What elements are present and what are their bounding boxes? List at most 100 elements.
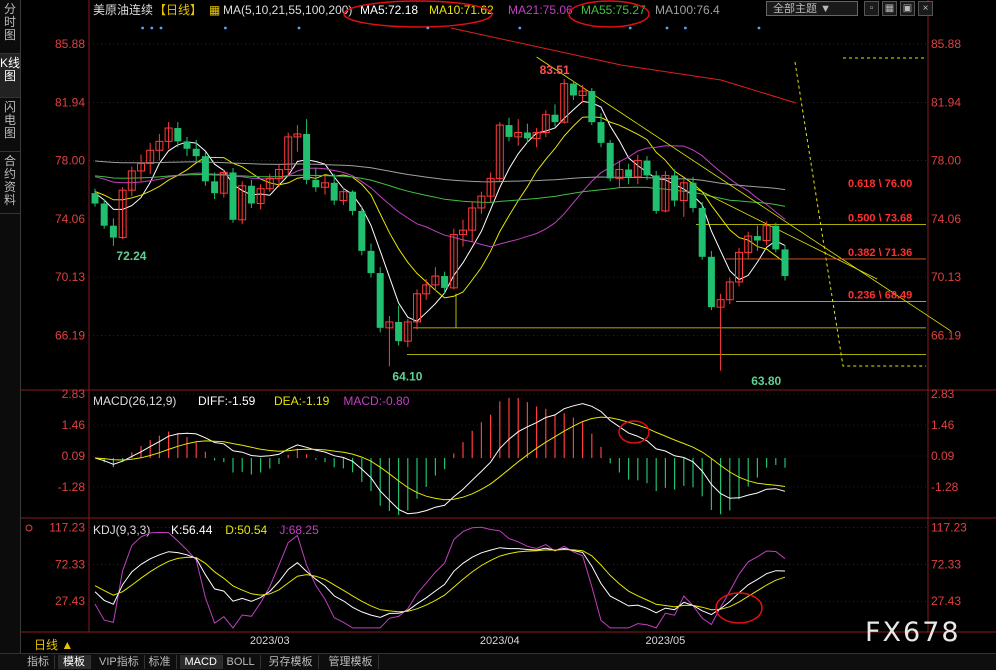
instrument-name: 美原油连续 [93,2,153,17]
tab-contract-info[interactable]: 合约资料 [0,152,20,214]
signal-dot [628,26,632,30]
candle-body-down [201,156,209,182]
fib-label: 0.500 \ 73.68 [848,213,912,225]
ma-params: MA(5,10,21,55,100,200) [223,3,352,17]
candle-body-down [192,148,200,157]
macd-legend-1: DEA:-1.19 [274,394,330,408]
ma5-value: MA5:72.18 [360,3,418,17]
price-tick-right: 81.94 [931,95,961,109]
candle-body-down [395,321,403,342]
bottom-tab-1[interactable]: 模板 [58,655,91,669]
macd-tick-right: 1.46 [931,418,955,432]
candle-body-down [100,203,108,226]
macd-tick-left: -1.28 [58,480,86,494]
window-icon[interactable]: ▣ [900,1,915,16]
macd-tick-right: 0.09 [931,449,955,463]
macd-tick-right: 2.83 [931,387,955,401]
kdj-tick-right: 72.33 [931,557,961,571]
bottom-tab-5[interactable]: BOLL [222,655,261,669]
macd-panel: 2.83 2.83 1.46 1.46 0.09 0.09 -1.28 -1.28 MACD(2… [58,387,959,516]
macd-tick-left: 2.83 [62,387,86,401]
price-tick-right: 78.00 [931,154,961,168]
candle-body-down [523,132,531,139]
price-annotation: 64.10 [392,369,422,383]
theme-dropdown[interactable]: 全部主题 ▼ [766,1,858,16]
macd-tick-left: 1.46 [62,418,86,432]
candle-body-down [358,210,366,251]
price-annotation: 83.51 [540,63,570,77]
price-tick-right: 66.19 [931,328,961,342]
tab-kline-chart[interactable]: K线图 [0,54,20,98]
bottom-tab-6[interactable]: 另存模板 [264,655,319,669]
candle-body-down [588,91,596,123]
signal-dot [141,26,144,30]
kdj-legend-1: D:50.54 [225,523,267,537]
price-tick-right: 74.06 [931,212,961,226]
price-tick-left: 66.19 [55,328,85,342]
candle-body-down [671,175,679,201]
kdj-legend-2: J:68.25 [279,523,319,537]
bottom-tab-3[interactable]: 标准 [144,655,177,669]
close-icon[interactable]: × [918,1,933,16]
kdj-tick-left: 117.23 [49,520,85,534]
kdj-d-line [94,548,786,613]
kdj-tick-right: 117.23 [931,520,967,534]
tab-flash-chart[interactable]: 闪电图 [0,98,20,152]
ma10-value: MA10:71.62 [429,3,494,17]
macd-title: MACD(26,12,9) [93,394,176,408]
candle-body-down [707,256,715,308]
candle-body-down [183,141,191,149]
date-tick: 2023/03 [250,635,290,647]
price-annotation: 63.80 [751,374,781,388]
bottom-tab-0[interactable]: 指标 [22,655,55,669]
candle-body-down [211,181,219,194]
signal-dot [426,26,430,30]
fib-label: 0.618 \ 76.00 [848,178,912,190]
candle-body-down [441,276,449,288]
candle-body-down [229,172,237,220]
candle-body-down [781,249,789,277]
signal-dot [297,26,301,30]
price-tick-left: 70.13 [55,270,85,284]
signal-dot [684,26,687,30]
date-tick: 2023/05 [646,635,686,647]
fib-label: 0.382 \ 71.36 [848,247,912,259]
signal-dot [150,26,154,30]
signal-dot [518,26,522,30]
candle-body-down [247,185,255,204]
candle-body-down [698,207,706,257]
chevron-down-icon: ▼ [820,3,831,15]
kdj-tick-left: 72.33 [55,557,85,571]
candle-body-down [753,236,761,241]
candle-body-down [551,114,559,123]
signal-dot [757,26,761,30]
minimize-icon[interactable]: ▫ [864,1,879,16]
main-price-panel: 0.618 \ 76.00 0.500 \ 73.68 0.382 \ 71.36 0… [91,27,951,388]
candle-body-down [505,125,513,137]
kdj-panel: 117.23 117.23 72.33 72.33 27.43 27.43 KDJ(9,3,… [25,520,967,629]
signal-dot [224,26,227,30]
candle-body-down [597,122,605,143]
bottom-tab-7[interactable]: 管理模板 [324,655,379,669]
tab-time-chart[interactable]: 分时图 [0,0,20,54]
bottom-tab-2[interactable]: VIP指标 [94,655,145,669]
candle-body-down [772,225,780,250]
ma200-line [450,27,797,104]
palette-icon[interactable]: ▦ [209,3,220,17]
kdj-settings-icon [25,524,33,532]
candle-body-down [652,175,660,211]
period-selector[interactable]: 日线 ▲ [34,636,73,653]
candle-body-down [689,182,697,208]
sidebar: 分时图 K线图 闪电图 合约资料 [0,0,21,669]
annotation-ellipse-kdj [715,592,763,624]
kdj-tick-right: 27.43 [931,594,961,608]
grid-icon[interactable]: ▦ [882,1,897,16]
price-tick-left: 74.06 [55,212,85,226]
kdj-tick-left: 27.43 [55,594,85,608]
price-axis: 85.88 85.88 81.94 81.94 78.00 78.00 74.06 74.06… [55,26,961,342]
candle-body-down [109,225,117,238]
price-annotation: 72.24 [116,249,146,263]
bottom-tab-4[interactable]: MACD [179,655,223,669]
macd-legend-2: MACD:-0.80 [343,394,409,408]
ma21-value: MA21:75.06 [508,3,573,17]
